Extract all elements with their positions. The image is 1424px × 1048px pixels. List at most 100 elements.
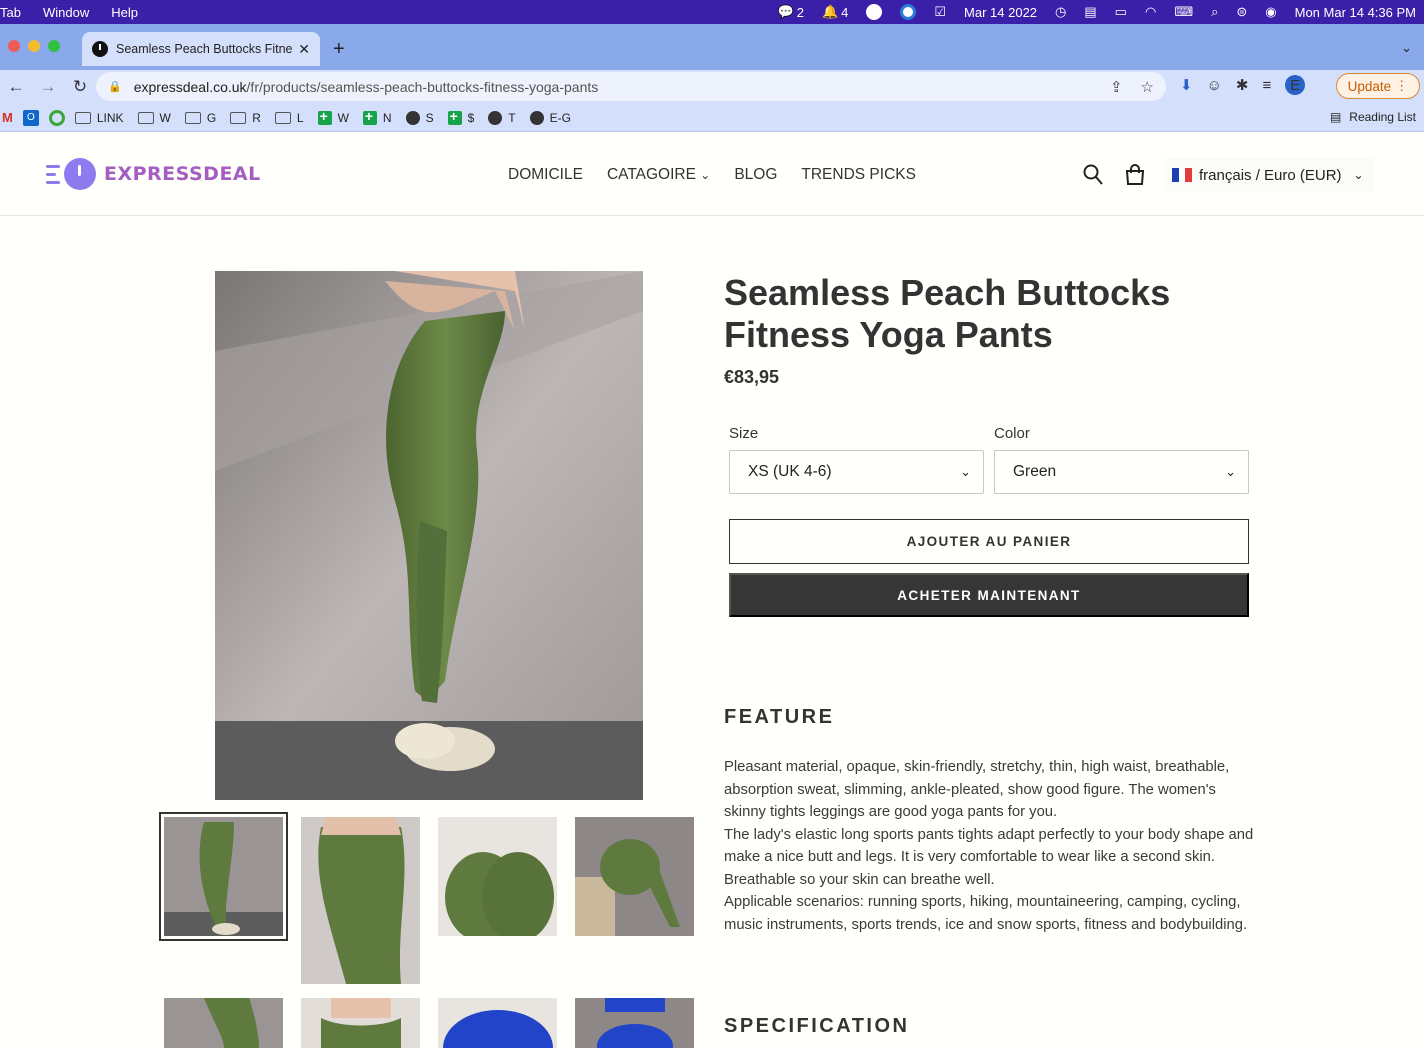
spotlight-search-icon[interactable]: ⌕ xyxy=(1211,4,1218,20)
back-button[interactable]: ← xyxy=(0,77,32,97)
size-select[interactable]: XS (UK 4-6) ⌄ xyxy=(729,450,984,494)
bookmark-sheet-dollar[interactable]: $ xyxy=(447,108,474,125)
product-thumbnail-4[interactable] xyxy=(575,817,694,936)
nav-home[interactable]: DOMICILE xyxy=(508,166,583,184)
site-logo[interactable]: EXPRESSDEAL xyxy=(46,158,261,190)
bookmark-globe-eg[interactable]: E-G xyxy=(529,110,571,125)
bookmark-sheet-w[interactable]: W xyxy=(317,108,349,125)
reading-list-button[interactable]: ▤ Reading List xyxy=(1330,110,1416,124)
chevron-down-icon: ⌄ xyxy=(700,168,711,182)
product-thumbnail-5[interactable] xyxy=(164,998,283,1048)
bell-icon: 🔔 xyxy=(821,4,839,19)
search-icon[interactable] xyxy=(1083,164,1103,186)
logo-lines-icon xyxy=(46,164,60,184)
bookmark-label: N xyxy=(382,110,392,125)
product-thumbnail-2[interactable] xyxy=(301,817,420,984)
product-thumbnail-8[interactable] xyxy=(575,998,694,1048)
logo-text: EXPRESSDEAL xyxy=(104,163,261,185)
keyboard-icon[interactable]: ⌨ xyxy=(1174,4,1193,20)
bookmark-globe-t[interactable]: T xyxy=(488,110,516,125)
clock-logo-icon xyxy=(64,158,96,190)
media-queue-icon[interactable]: ≡ xyxy=(1262,77,1271,94)
product-thumbnail-6[interactable] xyxy=(301,998,420,1048)
reload-button[interactable]: ↻ xyxy=(64,77,96,97)
grammarly-bookmark[interactable] xyxy=(48,109,65,126)
product-main-image[interactable] xyxy=(215,271,643,800)
bookmark-globe-s[interactable]: S xyxy=(405,110,434,125)
gmail-bookmark[interactable]: M xyxy=(2,110,13,125)
bookmark-label: W xyxy=(159,110,171,125)
bookmark-star-icon[interactable]: ☆ xyxy=(1141,78,1154,96)
locale-selector[interactable]: français / Euro (EUR) ⌄ xyxy=(1164,158,1374,192)
size-value: XS (UK 4-6) xyxy=(748,463,832,480)
bookmark-label: L xyxy=(296,110,304,125)
product-thumbnail-7[interactable] xyxy=(438,998,557,1048)
color-label: Color xyxy=(994,425,1030,442)
add-to-cart-button[interactable]: AJOUTER AU PANIER xyxy=(729,519,1249,564)
update-button[interactable]: Update ⋮ xyxy=(1336,73,1420,99)
control-center-icon[interactable]: ⊜ xyxy=(1236,4,1247,20)
lock-icon[interactable]: 🔒 xyxy=(108,80,122,93)
globe-icon xyxy=(488,110,503,125)
color-select[interactable]: Green ⌄ xyxy=(994,450,1249,494)
locale-label: français / Euro (EUR) xyxy=(1199,166,1342,184)
close-window-button[interactable] xyxy=(8,40,20,52)
time-machine-icon[interactable]: ◷ xyxy=(1055,4,1066,20)
menu-window[interactable]: Window xyxy=(43,5,89,20)
tab-search-chevron-icon[interactable]: ⌄ xyxy=(1401,40,1412,56)
menubar-clock[interactable]: Mon Mar 14 4:36 PM xyxy=(1295,5,1416,20)
wifi-icon[interactable]: ◠ xyxy=(1145,4,1156,20)
battery-icon[interactable]: ▭ xyxy=(1115,4,1127,20)
bookmark-sheet-n[interactable]: N xyxy=(362,108,392,125)
nav-trends-picks[interactable]: TRENDS PICKS xyxy=(801,166,916,184)
menubar-date[interactable]: Mar 14 2022 xyxy=(964,5,1037,20)
google-sheets-icon xyxy=(317,108,332,125)
download-icon[interactable]: ⬇ xyxy=(1180,76,1193,94)
buy-now-button[interactable]: ACHETER MAINTENANT xyxy=(729,573,1249,617)
specification-heading: SPECIFICATION xyxy=(724,1015,910,1037)
product-thumbnail-3[interactable] xyxy=(438,817,557,936)
browser-tab-active[interactable]: Seamless Peach Buttocks Fitne ✕ xyxy=(82,32,320,66)
us-flag-input-icon[interactable]: ▤ xyxy=(1084,4,1096,20)
wechat-status-item[interactable]: 💬 2 xyxy=(778,4,804,20)
main-navigation: DOMICILE CATAGOIRE ⌄ BLOG TRENDS PICKS xyxy=(508,166,916,184)
share-icon[interactable]: ⇪ xyxy=(1110,78,1123,96)
outlook-bookmark[interactable]: O xyxy=(22,109,39,126)
forward-button[interactable]: → xyxy=(32,77,64,97)
bookmark-folder-link[interactable]: LINK xyxy=(74,111,124,125)
window-controls xyxy=(8,40,60,52)
cart-icon[interactable] xyxy=(1125,164,1145,186)
bookmark-folder-w[interactable]: W xyxy=(137,110,171,125)
line-icon[interactable] xyxy=(866,4,883,20)
nav-category-label: CATAGOIRE xyxy=(606,166,696,183)
extension-face-icon[interactable]: ☺ xyxy=(1207,77,1222,94)
puzzle-extensions-icon[interactable]: ✱ xyxy=(1236,76,1249,94)
notification-status-item[interactable]: 🔔 4 xyxy=(822,4,848,20)
messenger-icon[interactable] xyxy=(900,4,917,20)
menu-tab[interactable]: Tab xyxy=(0,5,21,20)
url-domain: expressdeal.co.uk xyxy=(133,78,247,95)
product-thumbnail-1[interactable] xyxy=(159,812,288,941)
bookmark-label: S xyxy=(425,110,434,125)
address-bar[interactable]: 🔒 expressdeal.co.uk/fr/products/seamless… xyxy=(96,72,1166,101)
bookmark-label: W xyxy=(337,110,349,125)
bookmark-folder-l[interactable]: L xyxy=(274,110,304,125)
siri-icon[interactable]: ◉ xyxy=(1265,4,1276,20)
checkbox-app-icon[interactable]: ☑ xyxy=(934,4,946,20)
france-flag-icon xyxy=(1172,168,1193,182)
bookmark-folder-r[interactable]: R xyxy=(230,111,261,125)
menu-help[interactable]: Help xyxy=(111,5,138,20)
macos-menu-bar: Tab Window Help 💬 2 🔔 4 ☑ Mar 14 2022 ◷ ▤ … xyxy=(0,0,1424,24)
bookmark-folder-g[interactable]: G xyxy=(184,111,216,125)
nav-category[interactable]: CATAGOIRE ⌄ xyxy=(607,166,710,184)
new-tab-button[interactable]: + xyxy=(333,38,345,61)
nav-blog[interactable]: BLOG xyxy=(734,166,777,184)
product-title: Seamless Peach Buttocks Fitness Yoga Pan… xyxy=(724,272,1171,355)
browser-toolbar: ← → ↻ 🔒 expressdeal.co.uk/fr/products/se… xyxy=(0,70,1424,104)
minimize-window-button[interactable] xyxy=(28,40,40,52)
zoom-window-button[interactable] xyxy=(48,40,60,52)
bookmarks-bar: M O LINK W G R L W N S $ T E-G ▤ Reading … xyxy=(0,104,1424,132)
close-tab-icon[interactable]: ✕ xyxy=(298,41,310,58)
gmail-icon: M xyxy=(2,110,13,125)
profile-avatar[interactable]: E xyxy=(1285,75,1306,95)
